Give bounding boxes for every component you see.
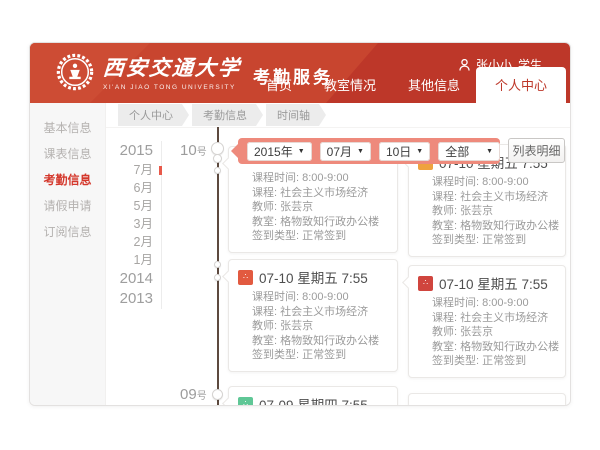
breadcrumb-attendance-info[interactable]: 考勤信息 — [192, 104, 263, 126]
timeline-nav-month-7[interactable]: 7月 — [106, 161, 153, 179]
card-title: 07-10 星期五 7:55 — [439, 273, 548, 293]
breadcrumb-personal-center[interactable]: 个人中心 — [118, 104, 189, 126]
breadcrumb-timeline[interactable]: 时间轴 — [266, 104, 326, 126]
timeline-nav-year-2015[interactable]: 2015 — [106, 141, 153, 161]
main-nav: 首页 教室情况 其他信息 个人中心 — [250, 67, 566, 103]
sidebar-item-leave-request[interactable]: 请假申请 — [30, 193, 105, 219]
type-select[interactable]: 全部 ▼ — [438, 142, 500, 161]
filter-bar: 2015年 ▼ 07月 ▼ 10日 ▼ 全部 ▼ — [238, 138, 500, 164]
timeline-node — [212, 389, 223, 400]
timeline-nav-year-2013[interactable]: 2013 — [106, 289, 153, 309]
sidebar-item-attendance-info[interactable]: 考勤信息 — [30, 167, 105, 193]
main-content: 个人中心 考勤信息 时间轴 2015 7月 6月 5月 3月 2月 1月 201… — [106, 103, 570, 405]
chevron-down-icon: ▼ — [298, 148, 305, 155]
card-title: 07-09 星期四 7:55 — [259, 394, 368, 406]
day-select[interactable]: 10日 ▼ — [379, 142, 430, 161]
attendance-seal-red-icon: ∴ — [418, 276, 433, 291]
page: 西安交通大学 XI'AN JIAO TONG UNIVERSITY 考勤服务 张… — [0, 0, 600, 450]
active-month-marker — [159, 166, 162, 175]
chevron-down-icon: ▼ — [416, 148, 423, 155]
nav-item-personal-center[interactable]: 个人中心 — [476, 67, 566, 103]
timeline-nav-year-2014[interactable]: 2014 — [106, 269, 153, 289]
nav-item-home[interactable]: 首页 — [250, 68, 308, 103]
timeline-node — [214, 261, 221, 268]
timeline-year-month-nav: 2015 7月 6月 5月 3月 2月 1月 2014 2013 — [106, 141, 162, 309]
sidebar-item-schedule-info[interactable]: 课表信息 — [30, 141, 105, 167]
timeline-node — [214, 167, 221, 174]
timeline-nav-month-2[interactable]: 2月 — [106, 233, 153, 251]
timeline-nav-month-3[interactable]: 3月 — [106, 215, 153, 233]
attendance-seal-green-icon: ∴ — [238, 397, 253, 407]
app-window: 西安交通大学 XI'AN JIAO TONG UNIVERSITY 考勤服务 张… — [29, 42, 571, 406]
year-select[interactable]: 2015年 ▼ — [247, 142, 312, 161]
attendance-seal-vermilion-icon: ∴ — [238, 270, 253, 285]
timeline-nav-month-6[interactable]: 6月 — [106, 179, 153, 197]
day-marker-09: 09号 — [180, 386, 207, 403]
chevron-down-icon: ▼ — [486, 148, 493, 155]
timeline-card[interactable]: ∴ 07-10 星期五 7:55 课程时间: 8:00-9:00 课程: 社会主… — [228, 259, 398, 372]
timeline-nav-month-5[interactable]: 5月 — [106, 197, 153, 215]
university-name-en: XI'AN JIAO TONG UNIVERSITY — [103, 84, 241, 91]
timeline-card[interactable]: ∴ 07-09 星期四 7:55 — [228, 386, 398, 406]
timeline-nav-month-1[interactable]: 1月 — [106, 251, 153, 269]
timeline-card[interactable]: ∴ 07-10 星期五 7:55 课程时间: 8:00-9:00 课程: 社会主… — [408, 265, 566, 378]
day-marker-10: 10号 — [180, 142, 207, 159]
sidebar: 基本信息 课表信息 考勤信息 请假申请 订阅信息 — [30, 103, 106, 405]
university-name-cn: 西安交通大学 — [102, 52, 242, 82]
month-select[interactable]: 07月 ▼ — [320, 142, 371, 161]
timeline-node — [213, 154, 222, 163]
card-title: 07-10 星期五 7:55 — [259, 267, 368, 287]
timeline-node — [214, 274, 221, 281]
sidebar-item-basic-info[interactable]: 基本信息 — [30, 115, 105, 141]
breadcrumb: 个人中心 考勤信息 时间轴 — [106, 103, 570, 128]
app-header: 西安交通大学 XI'AN JIAO TONG UNIVERSITY 考勤服务 张… — [30, 43, 570, 103]
nav-item-other-info[interactable]: 其他信息 — [392, 68, 476, 103]
timeline-card[interactable] — [408, 393, 566, 406]
list-detail-button[interactable]: 列表明细 — [508, 138, 565, 163]
chevron-down-icon: ▼ — [357, 148, 364, 155]
university-logo-icon — [56, 53, 94, 91]
sidebar-item-subscription-info[interactable]: 订阅信息 — [30, 219, 105, 245]
nav-item-classrooms[interactable]: 教室情况 — [308, 68, 392, 103]
university-name: 西安交通大学 XI'AN JIAO TONG UNIVERSITY — [103, 52, 241, 91]
app-body: 基本信息 课表信息 考勤信息 请假申请 订阅信息 个人中心 考勤信息 时间轴 2… — [30, 103, 570, 405]
